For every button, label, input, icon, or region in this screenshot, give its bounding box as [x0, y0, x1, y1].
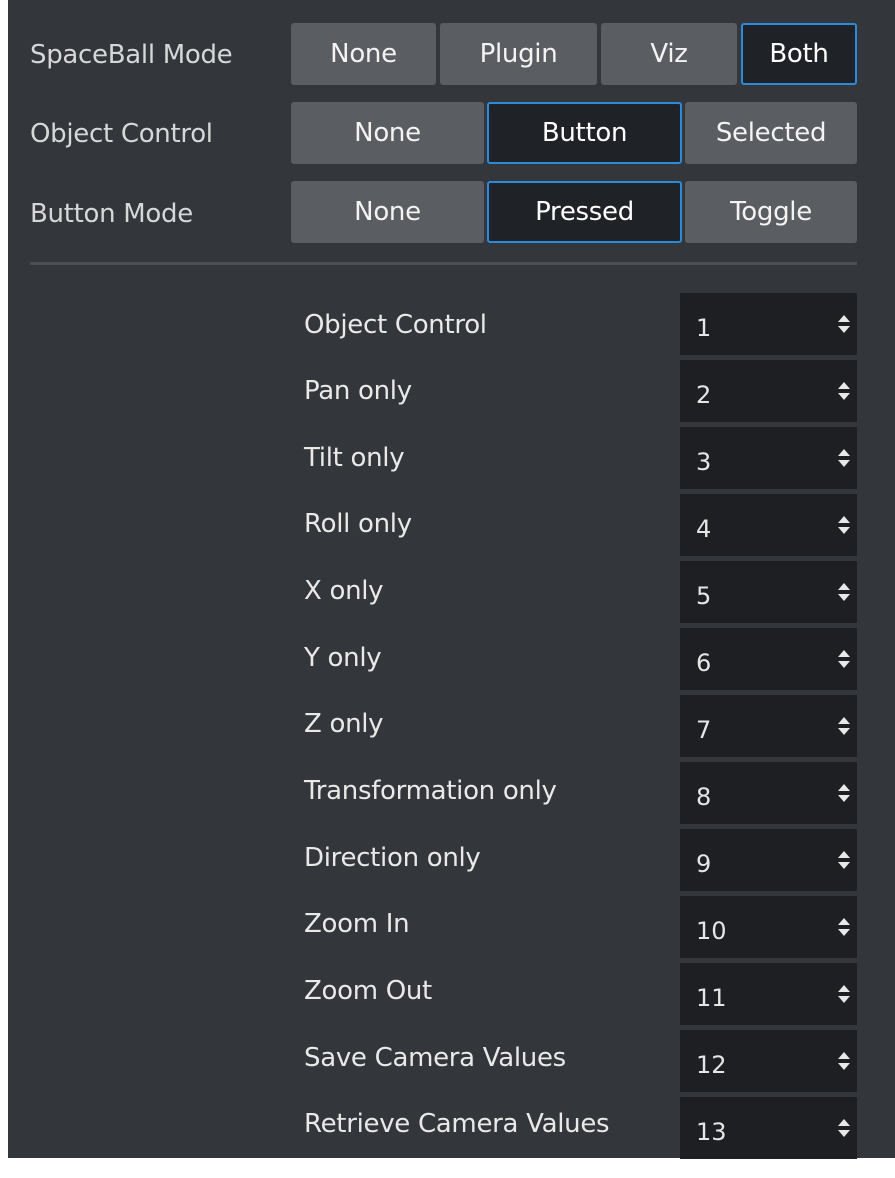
object-control-selected-button[interactable]: Selected: [685, 102, 857, 164]
up-down-arrows-icon[interactable]: [837, 307, 851, 341]
mapping-spinbox-roll-only[interactable]: 4: [680, 494, 857, 556]
spaceball-mode-none-button[interactable]: None: [291, 23, 436, 85]
mapping-spinbox-object-control[interactable]: 1: [680, 293, 857, 355]
up-down-arrows-icon[interactable]: [837, 374, 851, 408]
object-control-label: Object Control: [30, 119, 213, 149]
up-down-arrows-icon[interactable]: [837, 776, 851, 810]
spinbox-value: 7: [696, 716, 712, 744]
mapping-spinbox-zoom-out[interactable]: 11: [680, 963, 857, 1025]
spaceball-mode-plugin-button[interactable]: Plugin: [440, 23, 597, 85]
button-mode-label: Button Mode: [30, 199, 193, 229]
mapping-spinbox-y-only[interactable]: 6: [680, 628, 857, 690]
mapping-label-y-only: Y only: [304, 643, 382, 673]
spinbox-value: 10: [696, 917, 727, 945]
mapping-spinbox-transformation-only[interactable]: 8: [680, 762, 857, 824]
spinbox-value: 5: [696, 582, 712, 610]
up-down-arrows-icon[interactable]: [837, 843, 851, 877]
up-down-arrows-icon[interactable]: [837, 709, 851, 743]
mapping-label-save-camera-values: Save Camera Values: [304, 1043, 566, 1073]
object-control-none-button[interactable]: None: [291, 102, 484, 164]
section-divider: [30, 262, 857, 265]
mapping-label-direction-only: Direction only: [304, 843, 481, 873]
up-down-arrows-icon[interactable]: [837, 642, 851, 676]
button-mode-none-button[interactable]: None: [291, 181, 484, 243]
spaceball-mode-viz-button[interactable]: Viz: [601, 23, 737, 85]
mapping-spinbox-pan-only[interactable]: 2: [680, 360, 857, 422]
spinbox-value: 11: [696, 984, 727, 1012]
mapping-label-transformation-only: Transformation only: [304, 776, 557, 806]
mapping-label-object-control: Object Control: [304, 310, 487, 340]
spaceball-mode-label: SpaceBall Mode: [30, 40, 233, 70]
object-control-button-button[interactable]: Button: [487, 102, 682, 164]
spaceball-mode-both-button[interactable]: Both: [741, 23, 857, 85]
up-down-arrows-icon[interactable]: [837, 1044, 851, 1078]
mapping-label-roll-only: Roll only: [304, 509, 412, 539]
mapping-label-retrieve-camera-values: Retrieve Camera Values: [304, 1109, 610, 1139]
button-mode-pressed-button[interactable]: Pressed: [487, 181, 682, 243]
button-mode-toggle-button[interactable]: Toggle: [685, 181, 857, 243]
spinbox-value: 12: [696, 1051, 727, 1079]
spinbox-value: 13: [696, 1118, 727, 1146]
up-down-arrows-icon[interactable]: [837, 977, 851, 1011]
mapping-spinbox-retrieve-camera-values[interactable]: 13: [680, 1097, 857, 1159]
up-down-arrows-icon[interactable]: [837, 575, 851, 609]
up-down-arrows-icon[interactable]: [837, 1111, 851, 1145]
spinbox-value: 1: [696, 314, 712, 342]
mapping-spinbox-tilt-only[interactable]: 3: [680, 427, 857, 489]
mapping-spinbox-direction-only[interactable]: 9: [680, 829, 857, 891]
spinbox-value: 4: [696, 515, 712, 543]
up-down-arrows-icon[interactable]: [837, 508, 851, 542]
mapping-label-pan-only: Pan only: [304, 376, 412, 406]
mapping-spinbox-z-only[interactable]: 7: [680, 695, 857, 757]
spinbox-value: 2: [696, 381, 712, 409]
spinbox-value: 6: [696, 649, 712, 677]
spinbox-value: 8: [696, 783, 712, 811]
up-down-arrows-icon[interactable]: [837, 441, 851, 475]
up-down-arrows-icon[interactable]: [837, 910, 851, 944]
spaceball-settings-panel: SpaceBall Mode None Plugin Viz Both Obje…: [8, 0, 895, 1159]
mapping-spinbox-zoom-in[interactable]: 10: [680, 896, 857, 958]
spinbox-value: 9: [696, 850, 712, 878]
mapping-label-x-only: X only: [304, 576, 384, 606]
spinbox-value: 3: [696, 448, 712, 476]
mapping-label-zoom-out: Zoom Out: [304, 976, 432, 1006]
mapping-spinbox-x-only[interactable]: 5: [680, 561, 857, 623]
mapping-spinbox-save-camera-values[interactable]: 12: [680, 1030, 857, 1092]
mapping-label-tilt-only: Tilt only: [304, 443, 405, 473]
mapping-label-z-only: Z only: [304, 709, 384, 739]
mapping-label-zoom-in: Zoom In: [304, 909, 410, 939]
